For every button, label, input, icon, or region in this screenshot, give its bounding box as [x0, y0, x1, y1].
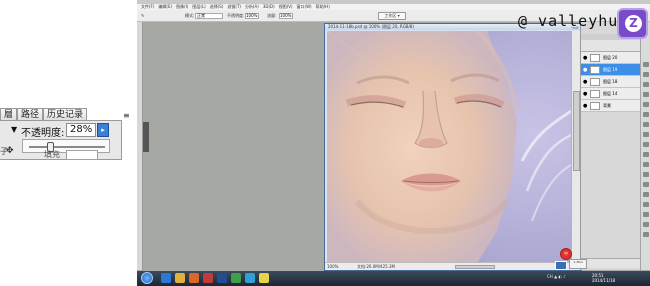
- options-opacity-input[interactable]: 100%: [245, 13, 259, 19]
- document-info: 文档:26.0M/425.3M: [357, 264, 395, 269]
- visibility-eye-icon[interactable]: ●: [583, 91, 587, 97]
- opacity-slider-track[interactable]: [29, 146, 105, 148]
- tool-icon[interactable]: [643, 192, 649, 197]
- mode-select[interactable]: 正常: [195, 13, 223, 19]
- tool-icon[interactable]: [643, 182, 649, 187]
- options-opacity-label: 不透明度:: [227, 13, 245, 18]
- navigator-badge-icon[interactable]: [555, 261, 567, 270]
- layer-thumbnail: [590, 54, 600, 62]
- fill-label: 填充: [44, 150, 60, 159]
- logo-letter: Z: [625, 15, 642, 32]
- layers-panel-zoom-inset: 層 路径 历史记录 ≡ ▼ 不透明度: 28% ▸ 子 ✥ 填充: [0, 0, 137, 286]
- windows-taskbar: CH ▲ ◐ ♪ 20:51 2014/11/18: [137, 271, 650, 286]
- opacity-label: 不透明度:: [21, 128, 65, 139]
- tool-icon[interactable]: [643, 152, 649, 157]
- opacity-input[interactable]: 28%: [66, 123, 96, 137]
- tray-date: 2014/11/18: [592, 278, 616, 283]
- tool-icon[interactable]: [643, 202, 649, 207]
- layer-name: 图层 14: [603, 91, 618, 96]
- visibility-eye-icon[interactable]: ●: [583, 79, 587, 85]
- blend-mode-dropdown-arrow-icon[interactable]: ▼: [11, 125, 17, 134]
- layer-row[interactable]: ● 图层 20: [581, 52, 641, 64]
- layer-name: 图层 20: [603, 55, 618, 60]
- tool-icon[interactable]: [643, 232, 649, 237]
- photoshop-screen: 文件(F) 编辑(E) 图像(I) 图层(L) 选择(S) 滤镜(T) 分析(A…: [137, 0, 650, 286]
- folder-icon[interactable]: [175, 273, 185, 283]
- notes-icon[interactable]: [259, 273, 269, 283]
- visibility-eye-icon[interactable]: ●: [583, 67, 587, 73]
- mode-label: 模式:: [185, 13, 195, 18]
- flow-input[interactable]: 100%: [279, 13, 293, 19]
- layer-row[interactable]: ● 图层 14: [581, 88, 641, 100]
- layer-row[interactable]: ● 图层 18: [581, 76, 641, 88]
- workspace-button[interactable]: 工作区 ▾: [378, 12, 406, 20]
- document-status-bar: 100% 文档:26.0M/425.3M: [325, 262, 581, 270]
- browser-icon[interactable]: [231, 273, 241, 283]
- tool-icon[interactable]: [643, 82, 649, 87]
- horizontal-scroll-thumb[interactable]: [455, 265, 495, 269]
- start-button-icon[interactable]: [141, 272, 153, 284]
- lock-move-icon[interactable]: ✥: [6, 146, 14, 156]
- layer-name: 图层 19: [603, 67, 618, 72]
- tool-icon[interactable]: [643, 92, 649, 97]
- layer-thumbnail: [590, 78, 600, 86]
- layers-panel-controls-mini: [581, 40, 641, 52]
- tool-icon[interactable]: [643, 62, 649, 67]
- panel-collapse-handle[interactable]: [143, 122, 149, 152]
- layer-thumbnail: [590, 90, 600, 98]
- ie-icon[interactable]: [161, 273, 171, 283]
- portrait-painting: [327, 31, 571, 263]
- vertical-scroll-thumb[interactable]: [573, 91, 580, 171]
- chat-icon[interactable]: [245, 273, 255, 283]
- brand-logo-icon: Z: [617, 8, 648, 39]
- photoshop-icon[interactable]: [217, 273, 227, 283]
- right-tool-strip: [640, 22, 650, 270]
- flow-label: 流量:: [267, 13, 277, 18]
- opacity-slider-toggle-button[interactable]: ▸: [97, 123, 109, 137]
- layer-thumbnail: [590, 102, 600, 110]
- visibility-eye-icon[interactable]: ●: [583, 103, 587, 109]
- layer-row[interactable]: ● 背景: [581, 100, 641, 112]
- brush-tool-icon[interactable]: ✎: [141, 13, 144, 18]
- visibility-eye-icon[interactable]: ●: [583, 55, 587, 61]
- options-opacity-value: 100%: [246, 13, 258, 18]
- media-icon[interactable]: [189, 273, 199, 283]
- document-window: 2014-11-18b.psd @ 100% (图层 20, RGB/8) –▫…: [324, 23, 582, 271]
- layer-row-selected[interactable]: ● 图层 19: [581, 64, 641, 76]
- zoom-level[interactable]: 100%: [327, 263, 338, 270]
- panel-menu-icon[interactable]: ≡: [123, 112, 133, 120]
- flow-value: 100%: [280, 13, 292, 18]
- tray-icons[interactable]: CH ▲ ◐ ♪: [547, 274, 566, 279]
- tool-icon[interactable]: [643, 162, 649, 167]
- tray-clock[interactable]: 20:51 2014/11/18: [592, 273, 615, 283]
- layer-name: 背景: [603, 103, 611, 108]
- tool-icon[interactable]: [643, 142, 649, 147]
- fill-input[interactable]: [66, 150, 98, 160]
- tool-icon[interactable]: [643, 112, 649, 117]
- layers-panel-footer[interactable]: [581, 258, 641, 268]
- tool-icon[interactable]: [643, 212, 649, 217]
- speed-popup: 1.3K/s: [569, 259, 587, 269]
- tool-icon[interactable]: [643, 72, 649, 77]
- painting-canvas[interactable]: [327, 31, 571, 263]
- layer-thumbnail: [590, 66, 600, 74]
- layer-name: 图层 18: [603, 79, 618, 84]
- watermark-text: @ valleyhu: [518, 12, 619, 30]
- mode-value: 正常: [197, 13, 205, 18]
- tool-icon[interactable]: [643, 132, 649, 137]
- tool-icon[interactable]: [643, 102, 649, 107]
- right-panels: ● 图层 20 ● 图层 19 ● 图层 18 ● 图层 14 ● 背景: [580, 22, 641, 270]
- paint-icon[interactable]: [203, 273, 213, 283]
- tool-icon[interactable]: [643, 222, 649, 227]
- tool-icon[interactable]: [643, 172, 649, 177]
- tool-icon[interactable]: [643, 122, 649, 127]
